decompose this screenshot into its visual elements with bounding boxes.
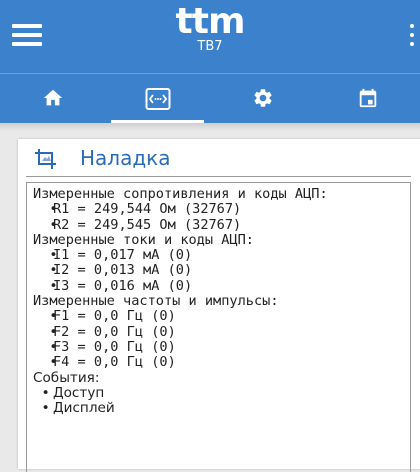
item-text: F1 = 0,0 Гц (0) xyxy=(53,308,176,325)
gear-icon xyxy=(253,89,272,107)
list-item: •R1 = 249,544 Ом (32767) xyxy=(33,201,404,218)
list-item: •F3 = 0,0 Гц (0) xyxy=(33,338,404,355)
item-text: Дисплей xyxy=(53,400,115,417)
divider xyxy=(26,176,411,177)
app-bar: ttm ТВ7 xyxy=(0,0,420,73)
bullet: • xyxy=(33,323,58,340)
brand-logo: ttm xyxy=(175,1,246,42)
setup-card: Наладка Измеренные сопротивления и коды … xyxy=(18,139,420,472)
section-heading: События: xyxy=(33,369,100,386)
item-text: F4 = 0,0 Гц (0) xyxy=(53,354,176,371)
list-item: •F2 = 0,0 Гц (0) xyxy=(33,323,404,340)
bullet: • xyxy=(33,277,58,294)
device-name: ТВ7 xyxy=(197,39,223,54)
bullet: • xyxy=(33,354,58,371)
section-heading: Измеренные частоты и импульсы: xyxy=(33,293,279,310)
calendar-icon xyxy=(359,88,376,108)
card-title: Наладка xyxy=(80,146,171,170)
list-item: •I1 = 0,017 мА (0) xyxy=(33,247,404,264)
list-item: •F1 = 0,0 Гц (0) xyxy=(33,308,404,325)
item-text: I3 = 0,016 мА (0) xyxy=(53,277,193,294)
tab-home[interactable] xyxy=(0,74,105,123)
section-heading: Измеренные токи и коды АЦП: xyxy=(33,231,254,248)
toolbar-shadow xyxy=(0,123,420,131)
item-text: Доступ xyxy=(53,384,105,401)
section-heading: Измеренные сопротивления и коды АЦП: xyxy=(33,186,328,202)
crop-icon xyxy=(35,149,56,169)
list-item: • Доступ xyxy=(33,384,404,401)
app-logo: ttm ТВ7 xyxy=(0,2,420,54)
list-item: • Дисплей xyxy=(33,400,404,417)
bullet: • xyxy=(33,247,58,264)
list-item: •F4 = 0,0 Гц (0) xyxy=(33,354,404,371)
bullet: • xyxy=(33,216,58,233)
item-text: F2 = 0,0 Гц (0) xyxy=(53,323,176,340)
bullet: • xyxy=(33,308,58,325)
item-text: I2 = 0,013 мА (0) xyxy=(53,262,193,279)
diagnostics-log: Измеренные сопротивления и коды АЦП: •R1… xyxy=(26,182,411,472)
overflow-menu-icon[interactable] xyxy=(408,24,416,48)
list-item: •I2 = 0,013 мА (0) xyxy=(33,262,404,279)
item-text: I1 = 0,017 мА (0) xyxy=(53,247,193,264)
tab-setup[interactable] xyxy=(105,74,210,123)
bullet: • xyxy=(33,262,58,279)
bullet: • xyxy=(33,338,58,355)
card-header: Наладка xyxy=(18,139,420,179)
item-text: R2 = 249,545 Ом (32767) xyxy=(53,216,242,233)
bullet: • xyxy=(33,384,50,401)
bullet: • xyxy=(33,400,50,417)
list-item: •R2 = 249,545 Ом (32767) xyxy=(33,216,404,233)
bullet: • xyxy=(33,201,58,218)
item-text: R1 = 249,544 Ом (32767) xyxy=(53,201,242,218)
tab-calendar[interactable] xyxy=(315,74,420,123)
code-icon xyxy=(145,88,170,110)
home-icon xyxy=(43,89,62,106)
tab-settings[interactable] xyxy=(210,74,315,123)
list-item: •I3 = 0,016 мА (0) xyxy=(33,277,404,294)
item-text: F3 = 0,0 Гц (0) xyxy=(53,338,176,355)
tab-bar xyxy=(0,73,420,123)
